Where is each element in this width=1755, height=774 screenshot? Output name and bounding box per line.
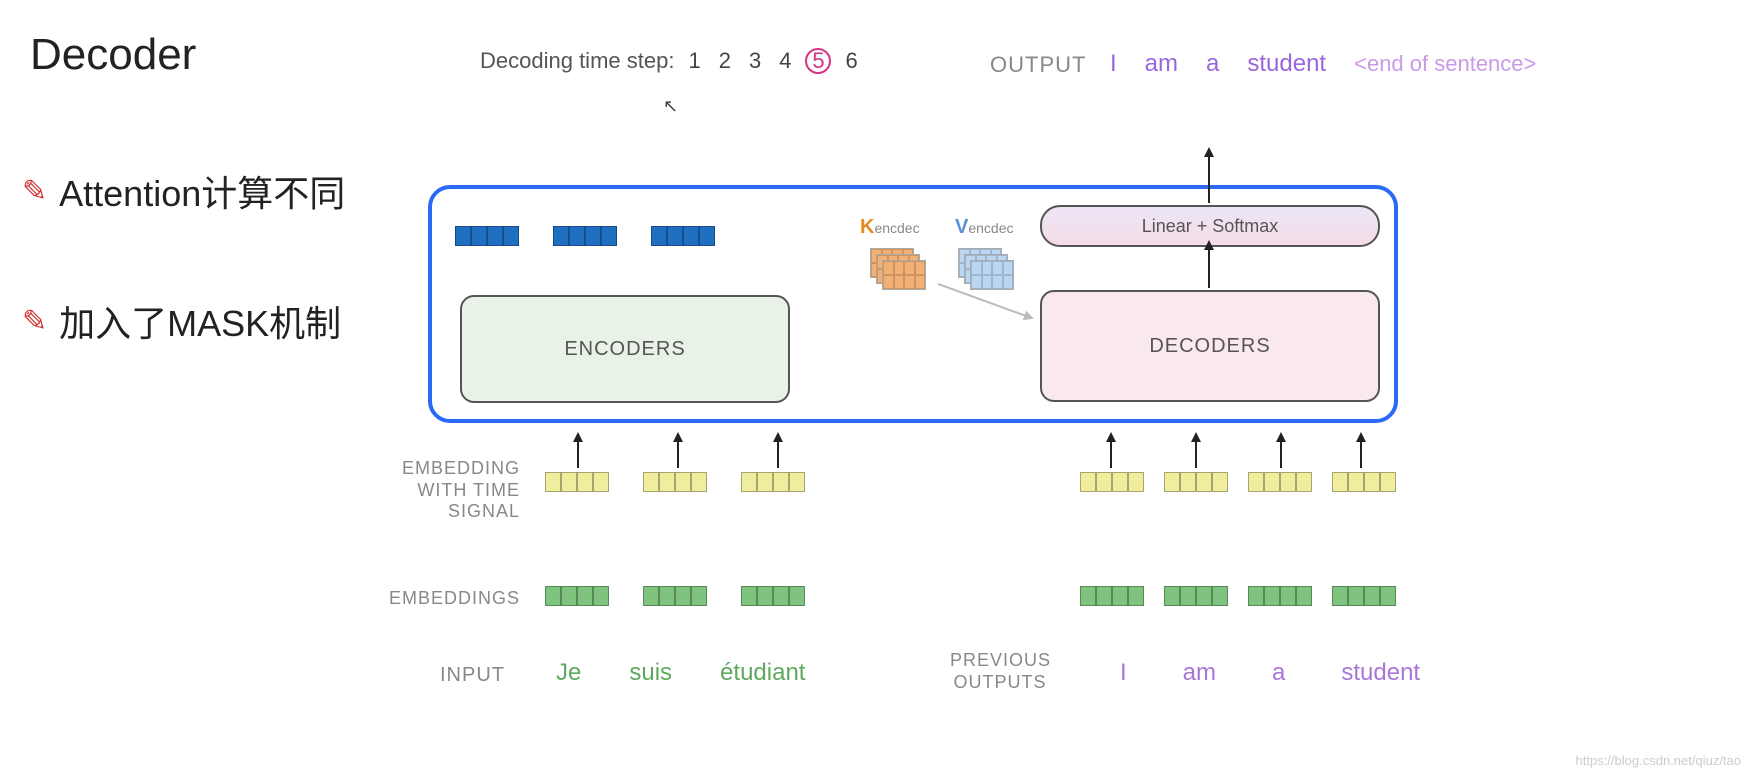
step-3: 3 (745, 48, 765, 74)
bullet-mask: ✎ 加入了MASK机制 (22, 295, 341, 347)
arrow-linear-to-out (1208, 155, 1210, 203)
step-label: Decoding time step: (480, 48, 674, 74)
bullet-attention: ✎ Attention计算不同 (22, 165, 345, 217)
encoder-output-vectors (455, 226, 715, 246)
out-word: I (1110, 50, 1117, 78)
arrow-enc-in (677, 440, 679, 468)
vector (643, 472, 707, 492)
watermark: https://blog.csdn.net/qiuz/tao (1576, 753, 1742, 768)
vector (545, 586, 609, 606)
v-encdec-label: Vencdec (955, 216, 1014, 239)
label-input: INPUT (440, 664, 505, 687)
emb-time-enc-row (545, 472, 805, 492)
input-word: suis (629, 659, 672, 687)
cursor-icon: ↖ (663, 96, 678, 117)
k-encdec-label: Kencdec (860, 216, 920, 239)
step-4: 4 (775, 48, 795, 74)
input-word: Je (556, 659, 581, 687)
out-word: student (1247, 50, 1326, 78)
step-5-current: 5 (805, 48, 831, 74)
prev-word: a (1272, 659, 1285, 687)
encoders-box: ENCODERS (460, 295, 790, 403)
vector (1164, 586, 1228, 606)
input-word: étudiant (720, 659, 805, 687)
label-embedding-time: EMBEDDING WITH TIME SIGNAL (380, 458, 520, 523)
bullet-text: 加入了MASK机制 (59, 295, 341, 347)
bullet-text: Attention计算不同 (59, 165, 345, 217)
decoders-box: DECODERS (1040, 290, 1380, 402)
prev-word: am (1183, 659, 1216, 687)
vector (1080, 586, 1144, 606)
vector (1332, 586, 1396, 606)
label-previous-outputs: PREVIOUS OUTPUTS (950, 650, 1050, 693)
vector (741, 472, 805, 492)
output-label: OUTPUT (990, 52, 1086, 78)
out-word: am (1145, 50, 1178, 78)
out-eos: <end of sentence> (1354, 51, 1536, 77)
arrow-dec-in (1195, 440, 1197, 468)
emb-time-dec-row (1080, 472, 1396, 492)
previous-output-words: I am a student (1120, 659, 1420, 687)
vector (553, 226, 617, 246)
vector (1248, 472, 1312, 492)
vector (1332, 472, 1396, 492)
emb-dec-row (1080, 586, 1396, 606)
vector (545, 472, 609, 492)
vector (455, 226, 519, 246)
k-tensor-icon (870, 248, 926, 292)
vector (651, 226, 715, 246)
pencil-icon: ✎ (22, 304, 47, 339)
vector (741, 586, 805, 606)
step-6: 6 (841, 48, 861, 74)
output-words: I am a student <end of sentence> (1110, 50, 1536, 78)
label-embeddings: EMBEDDINGS (380, 588, 520, 609)
step-2: 2 (715, 48, 735, 74)
vector (1248, 586, 1312, 606)
page-title: Decoder (30, 30, 196, 80)
arrow-dec-in (1360, 440, 1362, 468)
step-1: 1 (684, 48, 704, 74)
pencil-icon: ✎ (22, 174, 47, 209)
decoding-step-row: Decoding time step: 1 2 3 4 5 6 (480, 48, 862, 74)
prev-word: I (1120, 659, 1127, 687)
out-word: a (1206, 50, 1219, 78)
arrow-dec-in (1280, 440, 1282, 468)
v-tensor-icon (958, 248, 1014, 292)
prev-word: student (1341, 659, 1420, 687)
vector (643, 586, 707, 606)
arrow-enc-in (577, 440, 579, 468)
arrow-dec-in (1110, 440, 1112, 468)
emb-enc-row (545, 586, 805, 606)
vector (1164, 472, 1228, 492)
arrow-enc-in (777, 440, 779, 468)
vector (1080, 472, 1144, 492)
input-words: Je suis étudiant (556, 659, 805, 687)
arrow-dec-to-linear (1208, 248, 1210, 288)
